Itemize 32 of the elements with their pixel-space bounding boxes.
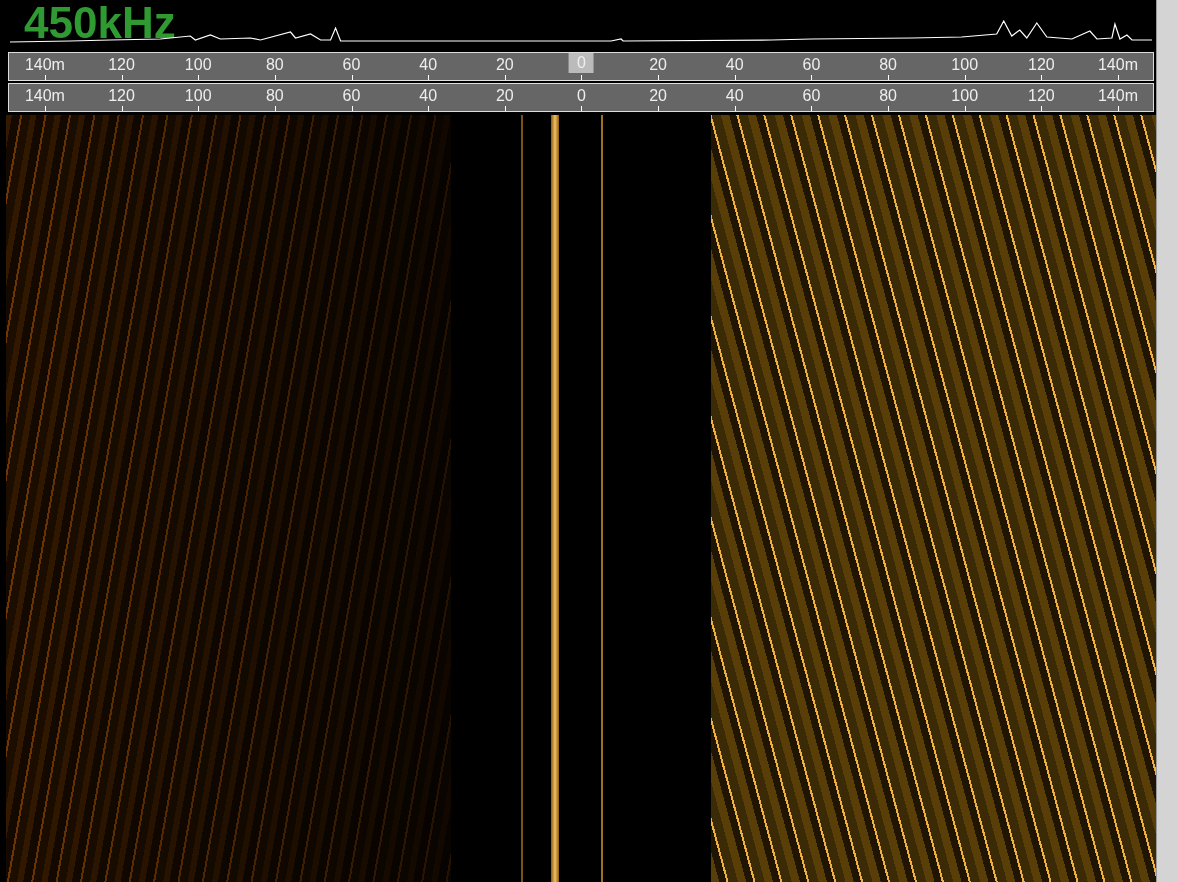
scale-label: 40 — [418, 56, 439, 74]
scale-label: 80 — [264, 56, 285, 74]
scale-label: 60 — [801, 87, 822, 105]
scale-label: 80 — [264, 87, 285, 105]
scale-label: 80 — [878, 87, 898, 105]
scale-label: 40 — [724, 56, 745, 74]
scale-label: 140m — [1096, 87, 1139, 105]
scale-label: 140m — [23, 56, 66, 74]
scale-label: 60 — [341, 56, 362, 74]
scale-label: 100 — [183, 87, 213, 105]
frequency-label: 450kHz — [24, 0, 176, 48]
scale-label: 80 — [878, 56, 898, 74]
range-scale[interactable]: 140m 120 100 80 60 40 20 0 20 40 60 80 100 120 140m — [8, 83, 1154, 112]
scale-label: 40 — [724, 87, 745, 105]
scale-label: 20 — [648, 56, 668, 74]
scale-label: 120 — [107, 56, 136, 74]
scale-label: 20 — [494, 56, 515, 74]
scale-label: 20 — [494, 87, 515, 105]
scale-label: 120 — [1027, 87, 1056, 105]
scale-label: 100 — [950, 56, 980, 74]
scale-label: 140m — [23, 87, 66, 105]
scale-label: 20 — [648, 87, 668, 105]
scale-label: 120 — [107, 87, 136, 105]
scale-label: 60 — [341, 87, 362, 105]
scale-label: 0 — [576, 87, 587, 105]
scale-label: 40 — [418, 87, 439, 105]
scale-label: 100 — [950, 87, 980, 105]
scrollbar[interactable] — [1156, 0, 1177, 882]
scale-label: 100 — [183, 56, 213, 74]
scale-label: 60 — [801, 56, 822, 74]
scale-label: 140m — [1096, 56, 1139, 74]
scale-label: 120 — [1027, 56, 1056, 74]
